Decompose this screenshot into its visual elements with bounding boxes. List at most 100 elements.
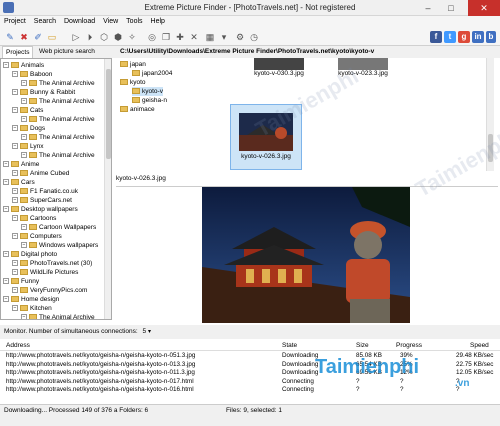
menu-tools[interactable]: Tools (122, 16, 146, 27)
folder-item[interactable]: kyoto-v (132, 87, 163, 96)
tree-item[interactable]: − The Animal Archive (21, 133, 95, 142)
tree-item[interactable]: − Home design (3, 295, 59, 304)
twitter-icon[interactable]: t (444, 31, 456, 43)
folder-item[interactable]: japan2004 (132, 69, 172, 78)
tree-item[interactable]: − Windows wallpapers (21, 241, 98, 250)
tree-item[interactable]: − Computers (12, 232, 62, 241)
chevron-down-icon[interactable]: ▾ (218, 31, 230, 43)
expand-toggle-icon[interactable]: − (12, 197, 18, 204)
tree-item[interactable]: − Cats (12, 106, 43, 115)
tree-item[interactable]: − Anime Cubed (12, 169, 69, 178)
tree-scroll-thumb[interactable] (106, 69, 111, 159)
expand-toggle-icon[interactable]: − (3, 62, 9, 69)
expand-toggle-icon[interactable]: − (12, 305, 18, 312)
column-size[interactable]: Size (356, 342, 369, 349)
new-project-icon[interactable]: ✎ (4, 31, 16, 43)
delete-file-icon[interactable]: ✕ (188, 31, 200, 43)
expand-toggle-icon[interactable]: − (21, 98, 27, 105)
expand-toggle-icon[interactable]: − (12, 269, 18, 276)
folder-item[interactable]: geisha-n (132, 96, 167, 105)
tree-item[interactable]: − Baboon (12, 70, 52, 79)
tree-item[interactable]: − SuperCars.net (12, 196, 72, 205)
expand-toggle-icon[interactable]: − (12, 260, 18, 267)
folder-item[interactable]: kyoto (120, 78, 146, 87)
expand-toggle-icon[interactable]: − (21, 152, 27, 159)
expand-toggle-icon[interactable]: − (21, 80, 27, 87)
folder-item[interactable]: japan (120, 60, 146, 69)
delete-icon[interactable]: ✖ (18, 31, 30, 43)
expand-toggle-icon[interactable]: − (21, 224, 27, 231)
download-row[interactable]: http://www.phototravels.net/kyoto/geisha… (0, 369, 500, 378)
expand-toggle-icon[interactable]: − (12, 89, 18, 96)
menu-search[interactable]: Search (30, 16, 60, 27)
expand-toggle-icon[interactable]: − (12, 287, 18, 294)
expand-toggle-icon[interactable]: − (12, 233, 18, 240)
tree-item[interactable]: − WildLife Pictures (12, 268, 78, 277)
download-row[interactable]: http://www.phototravels.net/kyoto/geisha… (0, 378, 500, 387)
tree-item[interactable]: − Dogs (12, 124, 45, 133)
column-progress[interactable]: Progress (396, 342, 422, 349)
tree-item[interactable]: − The Animal Archive (21, 115, 95, 124)
tree-item[interactable]: − Lynx (12, 142, 44, 151)
google-plus-icon[interactable]: g (458, 31, 470, 43)
skip-icon[interactable]: ⏵ (84, 31, 96, 43)
minimize-button[interactable]: – (418, 0, 438, 16)
expand-toggle-icon[interactable]: − (12, 125, 18, 132)
tree-item[interactable]: − Desktop wallpapers (3, 205, 78, 214)
expand-toggle-icon[interactable]: − (12, 170, 18, 177)
expand-toggle-icon[interactable]: − (21, 134, 27, 141)
menu-help[interactable]: Help (147, 16, 169, 27)
tree-item[interactable]: − The Animal Archive (21, 97, 95, 106)
tree-scrollbar[interactable] (104, 59, 111, 319)
expand-toggle-icon[interactable]: − (21, 116, 27, 123)
tree-item[interactable]: − F1 Fanatic.co.uk (12, 187, 78, 196)
download-row[interactable]: http://www.phototravels.net/kyoto/geisha… (0, 352, 500, 361)
expand-toggle-icon[interactable]: − (3, 179, 9, 186)
expand-toggle-icon[interactable]: − (3, 296, 9, 303)
tree-item[interactable]: − Cartoons (12, 214, 56, 223)
shield-icon[interactable]: ⬢ (112, 31, 124, 43)
settings-icon[interactable]: ⚙ (234, 31, 246, 43)
tree-item[interactable]: − Digital photo (3, 250, 57, 259)
expand-toggle-icon[interactable]: − (12, 107, 18, 114)
tree-item[interactable]: − PhotoTravels.net (30) (12, 259, 92, 268)
play-icon[interactable]: ▷ (70, 31, 82, 43)
download-row[interactable]: http://www.phototravels.net/kyoto/geisha… (0, 361, 500, 370)
tree-item[interactable]: − Kitchen (12, 304, 52, 313)
expand-toggle-icon[interactable]: − (3, 161, 9, 168)
column-speed[interactable]: Speed (470, 342, 489, 349)
menu-view[interactable]: View (99, 16, 122, 27)
tree-item[interactable]: − Funny (3, 277, 39, 286)
move-icon[interactable]: ✚ (174, 31, 186, 43)
menu-download[interactable]: Download (60, 16, 99, 27)
expand-toggle-icon[interactable]: − (3, 206, 9, 213)
edit-icon[interactable]: ✐ (32, 31, 44, 43)
tab-web-picture-search[interactable]: Web picture search (36, 46, 98, 58)
tree-item[interactable]: − Animals (3, 61, 44, 70)
tree-item[interactable]: − The Animal Archive (21, 151, 95, 160)
expand-toggle-icon[interactable]: − (12, 215, 18, 222)
tree-item[interactable]: − Anime (3, 160, 39, 169)
tree-item[interactable]: − Cars (3, 178, 35, 187)
column-address[interactable]: Address (6, 342, 30, 349)
expand-toggle-icon[interactable]: − (12, 143, 18, 150)
expand-toggle-icon[interactable]: − (12, 188, 18, 195)
expand-toggle-icon[interactable]: − (21, 314, 27, 319)
chevron-down-icon[interactable]: ▾ (148, 329, 151, 335)
tree-item[interactable]: − The Animal Archive (21, 79, 95, 88)
view-mode-icon[interactable]: ▦ (204, 31, 216, 43)
star-icon[interactable]: ✧ (126, 31, 138, 43)
tree-item[interactable]: − The Animal Archive (21, 313, 95, 319)
tree-item[interactable]: − VeryFunnyPics.com (12, 286, 87, 295)
folder-item[interactable]: animace (120, 105, 155, 114)
expand-toggle-icon[interactable]: − (3, 251, 9, 258)
stop-icon[interactable]: ⬡ (98, 31, 110, 43)
expand-toggle-icon[interactable]: − (21, 242, 27, 249)
column-state[interactable]: State (282, 342, 297, 349)
facebook-icon[interactable]: f (430, 31, 442, 43)
maximize-button[interactable]: □ (441, 0, 461, 16)
tab-projects[interactable]: Projects (2, 46, 34, 58)
expand-toggle-icon[interactable]: − (12, 71, 18, 78)
thumbnail-item[interactable]: kyoto-v-030.3.jpg (248, 58, 310, 82)
download-row[interactable]: http://www.phototravels.net/kyoto/geisha… (0, 386, 500, 395)
